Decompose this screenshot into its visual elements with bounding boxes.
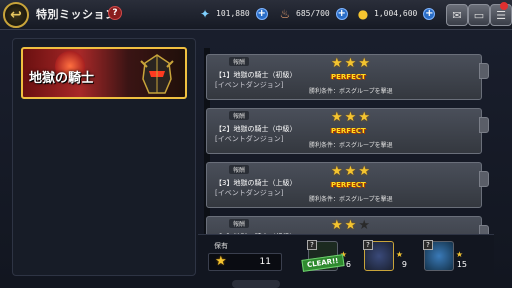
crystal-resource: ✦ 101,880 +	[198, 6, 268, 21]
mission-condition: 勝利条件：ボスグループを撃退	[309, 88, 393, 95]
star-icon: ★	[331, 164, 343, 179]
reward-label: 報酬	[229, 219, 250, 228]
coin-icon: ●	[357, 6, 369, 21]
star-icon: ★	[331, 56, 343, 71]
card-tab	[479, 171, 489, 187]
question-icon: ?	[423, 240, 433, 250]
reward-label: 報酬	[229, 165, 250, 174]
star-icon: ★	[331, 218, 343, 233]
gold-resource: ● 1,004,600 +	[356, 6, 436, 21]
menu-icon: ☰	[496, 8, 506, 22]
event-title: 地獄の騎士	[29, 71, 95, 86]
mission-stars: ★ ★ ★	[331, 111, 370, 124]
crystal-icon: ✦	[199, 6, 211, 21]
star-icon: ★	[344, 218, 357, 233]
mission-stars: ★ ★ ★	[331, 165, 370, 178]
reward-bar: 保有 ★ 11 ? ★ 6 CLEAR!! ? ★ 9 ? ★ 15	[198, 234, 494, 278]
mission-card[interactable]: 報酬 ★ ★ ★ PERFECT 【3】地獄の騎士（上級） [イベントダンジョン] …	[206, 162, 489, 208]
star-icon: ★	[395, 250, 403, 259]
event-panel: 地獄の騎士	[12, 38, 196, 276]
mission-list[interactable]: 報酬 ★ ★ ★ PERFECT 【1】地獄の騎士（初級） [イベントダンジョン] …	[198, 38, 494, 234]
mission-category: [イベントダンジョン]	[215, 81, 284, 89]
stamina-count: 685/700	[296, 9, 330, 18]
back-button[interactable]: ↩	[3, 2, 29, 28]
mission-card[interactable]: 報酬 ★ ★ ★ PERFECT 【2】地獄の騎士（中級） [イベントダンジョン] …	[206, 108, 489, 154]
page-title: 特別ミッション	[36, 8, 117, 21]
star-count: 11	[259, 257, 271, 267]
top-bar: ↩ 特別ミッション ? ✦ 101,880 + ♨ 685/700 + ● 1,…	[0, 0, 512, 30]
reward-required-stars: 6	[345, 260, 351, 269]
perfect-badge: PERFECT	[331, 73, 366, 81]
crystal-count: 101,880	[216, 9, 250, 18]
reward-required-stars: 15	[456, 260, 467, 269]
star-icon: ★	[358, 110, 370, 125]
question-icon: ?	[307, 240, 317, 250]
gold-add-button[interactable]: +	[423, 7, 436, 20]
perfect-badge: PERFECT	[331, 127, 366, 135]
mission-stars: ★ ★ ★	[331, 219, 370, 232]
mission-condition: 勝利条件：ボスグループを撃退	[309, 142, 393, 149]
gold-count: 1,004,600	[374, 9, 418, 18]
reward-label: 報酬	[229, 57, 250, 66]
star-icon: ★	[344, 56, 357, 71]
mission-stars: ★ ★ ★	[331, 57, 370, 70]
card-tab	[479, 63, 489, 79]
perfect-badge: PERFECT	[331, 181, 366, 189]
back-icon: ↩	[10, 7, 22, 23]
crystal-add-button[interactable]: +	[255, 7, 268, 20]
mission-name: 【1】地獄の騎士（初級）	[215, 71, 297, 79]
star-holdings: ★ 11	[208, 253, 282, 271]
star-icon: ★	[331, 110, 343, 125]
star-icon: ★	[358, 164, 370, 179]
mission-card[interactable]: 報酬 ★★★ 【4】地獄の騎士（超級）	[206, 216, 489, 234]
mission-category: [イベントダンジョン]	[215, 189, 284, 197]
stamina-icon: ♨	[279, 6, 291, 21]
star-icon: ★	[455, 250, 463, 259]
star-icon: ★	[215, 254, 227, 269]
stamina-resource: ♨ 685/700 +	[278, 6, 348, 21]
question-icon: ?	[363, 240, 373, 250]
holdings-label: 保有	[214, 242, 228, 250]
bottom-decoration	[232, 280, 280, 288]
card-tab	[479, 225, 489, 234]
mission-card[interactable]: 報酬 ★ ★ ★ PERFECT 【1】地獄の騎士（初級） [イベントダンジョン] …	[206, 54, 489, 100]
card-tab	[479, 117, 489, 133]
star-icon: ★	[358, 56, 370, 71]
mission-name: 【2】地獄の騎士（中級）	[215, 125, 297, 133]
chat-icon: ▭	[473, 8, 485, 22]
notification-dot	[500, 2, 508, 10]
knight-icon	[140, 54, 174, 94]
event-banner[interactable]: 地獄の騎士	[21, 47, 187, 99]
mission-category: [イベントダンジョン]	[215, 135, 284, 143]
stamina-add-button[interactable]: +	[335, 7, 348, 20]
star-icon: ★	[344, 164, 357, 179]
mission-name: 【3】地獄の騎士（上級）	[215, 179, 297, 187]
reward-item-2[interactable]: ? ★ 9	[363, 240, 407, 271]
chat-button[interactable]: ▭	[468, 4, 490, 26]
help-button[interactable]: ?	[108, 6, 122, 20]
reward-required-stars: 9	[401, 260, 407, 269]
mission-condition: 勝利条件：ボスグループを撃退	[309, 196, 393, 203]
star-icon: ★	[358, 218, 370, 233]
reward-label: 報酬	[229, 111, 250, 120]
mail-icon: ✉	[452, 8, 462, 22]
reward-item-3[interactable]: ? ★ 15	[423, 240, 467, 271]
mail-button[interactable]: ✉	[446, 4, 468, 26]
star-icon: ★	[344, 110, 357, 125]
